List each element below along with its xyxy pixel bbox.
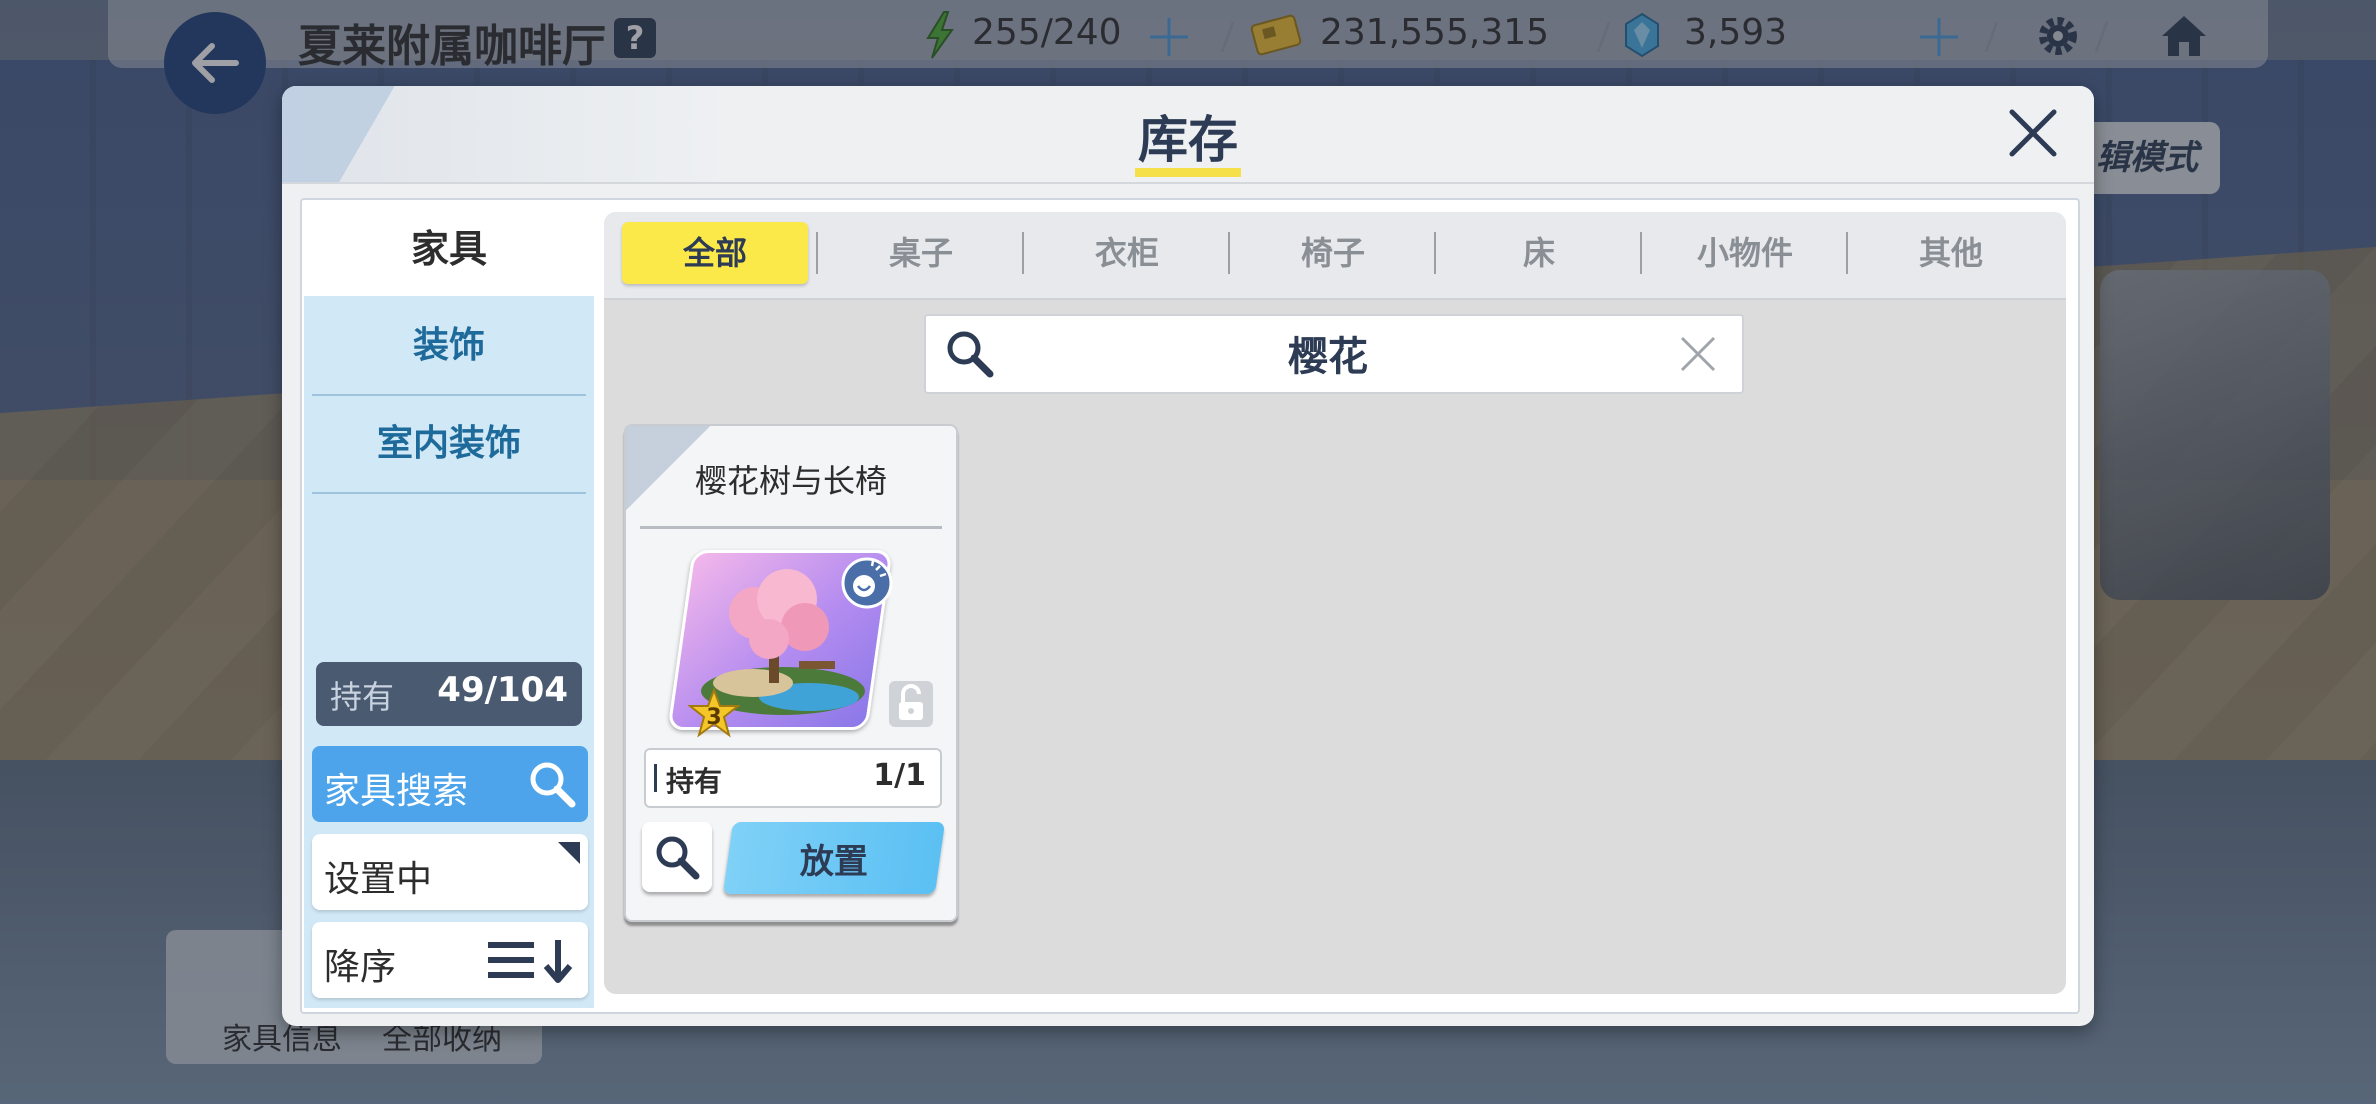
- item-name: 樱花树与长椅: [694, 462, 887, 500]
- modal-body: 家具 装饰 室内装饰 持有 49/104 家具搜索 设置中 降序 全部 桌子 衣…: [300, 198, 2080, 1014]
- search-icon: [947, 331, 994, 378]
- comfort-icon: [841, 557, 893, 609]
- tab-divider: [1640, 232, 1642, 274]
- inspect-item-button[interactable]: [642, 822, 712, 892]
- tab-all[interactable]: 全部: [622, 222, 808, 284]
- tab-beds[interactable]: 床: [1446, 222, 1632, 284]
- sidebar-tab-interior[interactable]: 室内装饰: [312, 396, 586, 494]
- furniture-search-label: 家具搜索: [324, 771, 469, 812]
- owned-label: 持有: [330, 678, 395, 716]
- place-button[interactable]: 放置: [722, 822, 946, 894]
- dropdown-corner-icon: [558, 842, 580, 864]
- item-card[interactable]: 樱花树与长椅 3 持有 1/1 放置: [624, 424, 958, 922]
- category-sidebar: 家具 装饰 室内装饰 持有 49/104 家具搜索 设置中 降序: [304, 202, 594, 1008]
- owned-count-box: 持有 49/104: [316, 662, 582, 726]
- inventory-modal: 库存 家具 装饰 室内装饰 持有 49/104 家具搜索 设置中 降序 全部 桌…: [282, 86, 2094, 1026]
- rarity-star-icon: 3: [688, 688, 740, 738]
- owned-value: 49/104: [437, 670, 568, 710]
- modal-title: 库存: [1138, 111, 1238, 169]
- item-owned-box: 持有 1/1: [644, 748, 942, 808]
- inventory-content: 全部 桌子 衣柜 椅子 床 小物件 其他 樱花 樱花树与长椅 3 持有 1/1 …: [604, 212, 2066, 994]
- search-box: [924, 314, 1744, 394]
- tab-divider: [816, 232, 818, 274]
- item-owned-value: 1/1: [873, 758, 926, 793]
- unlock-icon[interactable]: [888, 680, 934, 728]
- card-divider: [640, 526, 942, 529]
- clear-search-icon[interactable]: [1678, 334, 1718, 374]
- tab-divider: [1022, 232, 1024, 274]
- search-icon: [656, 836, 700, 880]
- tab-divider: [1228, 232, 1230, 274]
- rarity-value: 3: [706, 705, 721, 730]
- search-input[interactable]: [1006, 322, 1650, 384]
- sidebar-tab-furniture[interactable]: 家具: [304, 202, 594, 296]
- tab-small-items[interactable]: 小物件: [1652, 222, 1838, 284]
- tab-wardrobes[interactable]: 衣柜: [1034, 222, 1220, 284]
- tab-others[interactable]: 其他: [1858, 222, 2044, 284]
- sort-order-button[interactable]: 降序: [312, 922, 588, 998]
- place-label: 放置: [799, 842, 868, 882]
- tab-divider: [1434, 232, 1436, 274]
- tab-divider: [1846, 232, 1848, 274]
- owned-bar: [654, 764, 657, 792]
- setting-filter-button[interactable]: 设置中: [312, 834, 588, 910]
- tab-tables[interactable]: 桌子: [828, 222, 1014, 284]
- item-owned-label: 持有: [666, 765, 723, 798]
- sort-descending-icon: [488, 940, 573, 983]
- category-tab-bar: 全部 桌子 衣柜 椅子 床 小物件 其他: [604, 212, 2066, 300]
- sidebar-tab-decoration[interactable]: 装饰: [312, 298, 586, 396]
- furniture-search-button[interactable]: 家具搜索: [312, 746, 588, 822]
- search-icon: [530, 762, 576, 808]
- setting-filter-label: 设置中: [324, 859, 433, 900]
- tab-chairs[interactable]: 椅子: [1240, 222, 1426, 284]
- sort-order-label: 降序: [324, 947, 397, 988]
- modal-header: 库存: [282, 86, 2094, 184]
- close-icon[interactable]: [2004, 104, 2062, 162]
